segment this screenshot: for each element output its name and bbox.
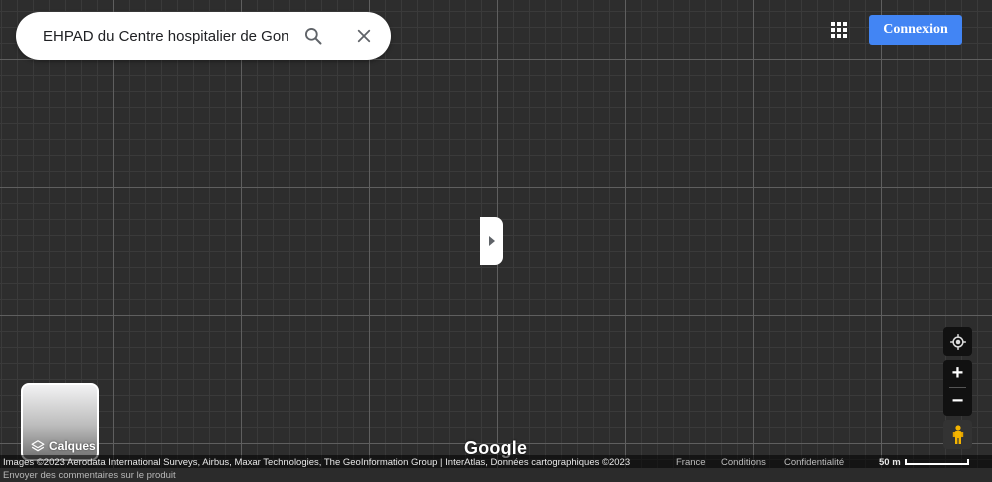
layers-label-group: Calques (31, 439, 96, 453)
layers-label: Calques (49, 439, 96, 453)
terms-link[interactable]: Conditions (721, 457, 766, 468)
zoom-controls: + − (943, 360, 972, 416)
privacy-link[interactable]: Confidentialité (784, 457, 844, 468)
close-icon[interactable] (352, 24, 376, 48)
feedback-link[interactable]: Envoyer des commentaires sur le produit (3, 470, 176, 481)
search-box (16, 12, 391, 60)
pegman-icon (952, 424, 963, 444)
chevron-right-icon (488, 236, 495, 246)
apps-grid-icon[interactable] (831, 22, 847, 38)
street-view-pegman[interactable] (943, 420, 972, 449)
attribution-bar: Images ©2023 Aerodata International Surv… (0, 455, 992, 468)
feedback-bar: Envoyer des commentaires sur le produit (0, 468, 992, 482)
zoom-out-button[interactable]: − (943, 388, 972, 415)
scale-bar (905, 459, 969, 465)
search-icon[interactable] (301, 24, 325, 48)
my-location-icon (949, 333, 966, 350)
zoom-in-button[interactable]: + (943, 360, 972, 387)
my-location-button[interactable] (943, 327, 972, 356)
search-input[interactable] (41, 26, 290, 46)
layers-icon (31, 440, 45, 452)
country-link[interactable]: France (676, 457, 706, 468)
layers-button[interactable]: Calques (21, 383, 99, 461)
imagery-attribution: Images ©2023 Aerodata International Surv… (3, 457, 631, 468)
scale-label[interactable]: 50 m (879, 457, 901, 468)
signin-button[interactable]: Connexion (869, 15, 962, 45)
collapse-panel-toggle[interactable] (480, 217, 503, 265)
